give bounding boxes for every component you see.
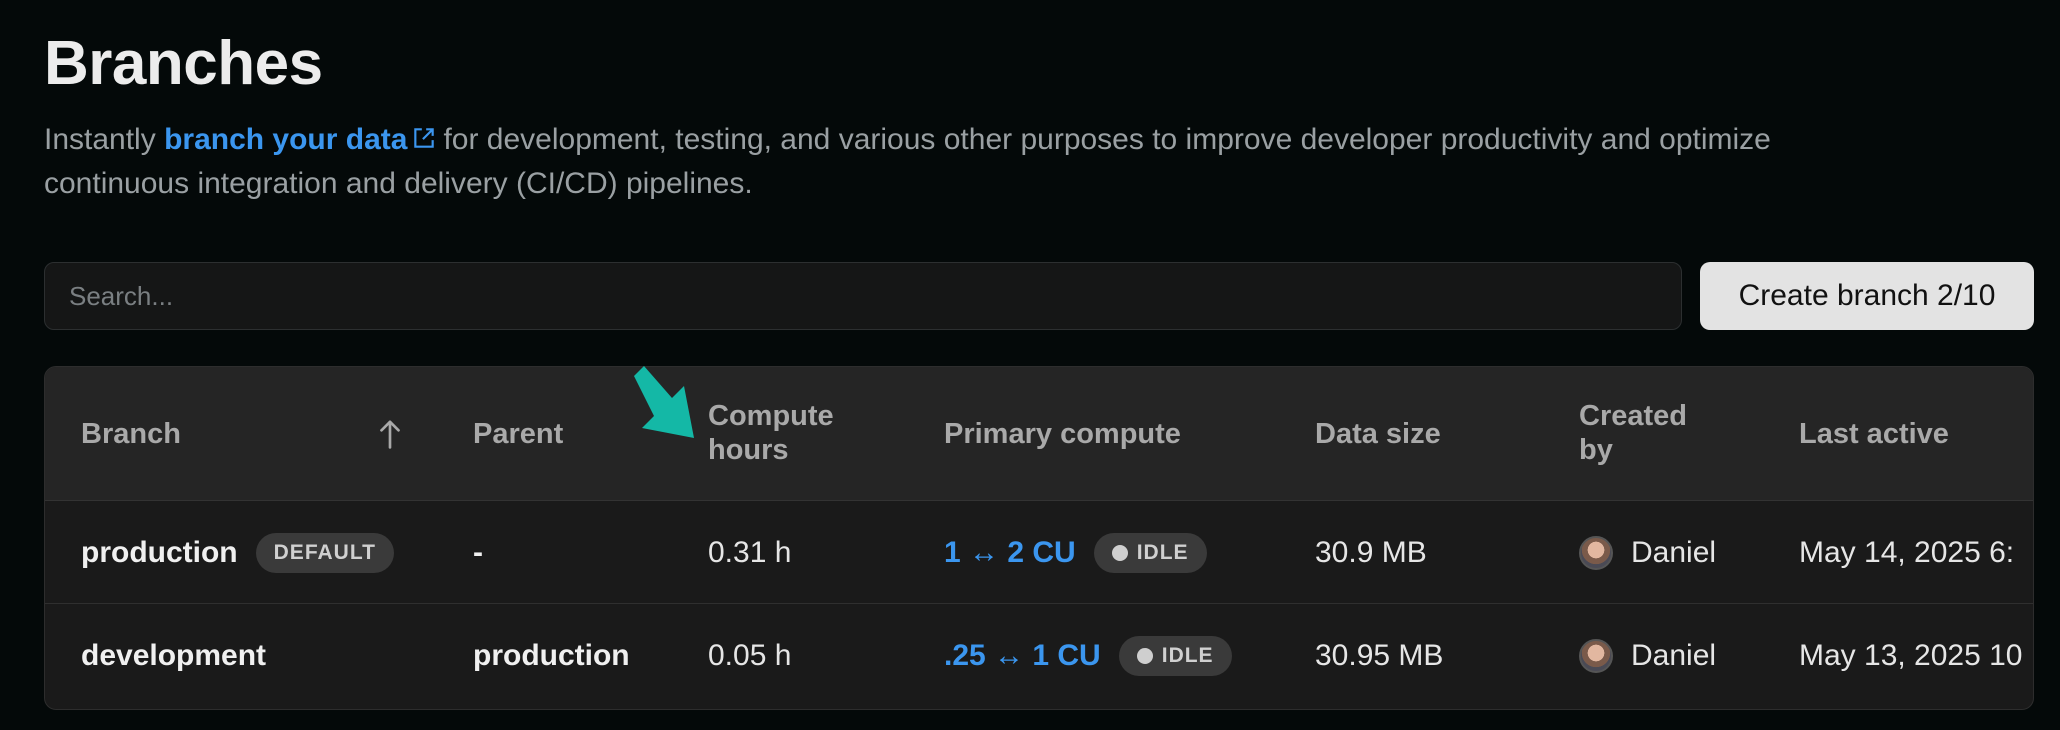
data-size-cell: 30.95 MB	[1315, 638, 1444, 672]
column-header-compute-hours[interactable]: Compute hours	[708, 399, 834, 467]
branches-page: Branches Instantly branch your data for d…	[0, 0, 2060, 730]
compute-size-link[interactable]: 1 ↔ 2 CU	[944, 536, 1076, 570]
search-input[interactable]	[44, 262, 1682, 330]
status-badge: IDLE	[1118, 635, 1232, 676]
avatar	[1579, 638, 1613, 673]
external-link-icon	[414, 128, 435, 148]
branch-your-data-link-label: branch your data	[164, 123, 408, 156]
branch-your-data-link[interactable]: branch your data	[164, 123, 443, 156]
branch-cell: development	[81, 604, 266, 707]
table-row[interactable]: production DEFAULT - 0.31 h 1 ↔ 2 CU IDL…	[45, 501, 2033, 604]
primary-compute-cell: 1 ↔ 2 CU IDLE	[944, 501, 1207, 604]
data-size-cell: 30.9 MB	[1315, 535, 1427, 569]
page-title: Branches	[44, 29, 323, 98]
status-badge: IDLE	[1093, 532, 1207, 573]
status-label: IDLE	[1161, 643, 1214, 667]
status-label: IDLE	[1136, 540, 1189, 564]
column-header-last-active[interactable]: Last active	[1799, 417, 1949, 451]
created-by-cell: Daniel	[1579, 604, 1716, 707]
idle-dot-icon	[1111, 544, 1128, 561]
created-by-name: Daniel	[1631, 535, 1717, 569]
column-header-compute-hours-line1: Compute	[708, 400, 834, 432]
description-text-start: Instantly	[44, 123, 165, 156]
parent-cell: -	[473, 535, 483, 569]
table-header: Branch Parent Compute hours Primary comp…	[45, 367, 2033, 501]
page-description: Instantly branch your data for developmen…	[44, 118, 1804, 206]
column-header-created-by-line2: by	[1579, 434, 1613, 466]
idle-dot-icon	[1136, 647, 1153, 664]
default-badge: DEFAULT	[255, 532, 394, 573]
branch-name-link[interactable]: development	[81, 639, 266, 673]
column-header-data-size[interactable]: Data size	[1315, 417, 1441, 451]
created-by-name: Daniel	[1631, 638, 1717, 672]
table-row[interactable]: development production 0.05 h .25 ↔ 1 CU…	[45, 604, 2033, 707]
compute-hours-cell: 0.05 h	[708, 638, 792, 672]
column-header-created-by-line1: Created	[1579, 400, 1687, 432]
branch-cell: production DEFAULT	[81, 501, 394, 604]
compute-hours-cell: 0.31 h	[708, 535, 792, 569]
sort-ascending-icon[interactable]	[375, 417, 405, 451]
parent-cell[interactable]: production	[473, 604, 630, 707]
compute-size-link[interactable]: .25 ↔ 1 CU	[944, 639, 1101, 673]
last-active-cell: May 13, 2025 10	[1799, 638, 2023, 672]
last-active-cell: May 14, 2025 6:	[1799, 535, 2015, 569]
branch-name-link[interactable]: production	[81, 536, 238, 570]
created-by-cell: Daniel	[1579, 501, 1716, 604]
column-header-branch[interactable]: Branch	[81, 417, 181, 451]
column-header-created-by[interactable]: Created by	[1579, 399, 1687, 467]
column-header-primary-compute[interactable]: Primary compute	[944, 417, 1181, 451]
column-header-compute-hours-line2: hours	[708, 434, 789, 466]
branches-table: Branch Parent Compute hours Primary comp…	[44, 366, 2034, 710]
annotation-arrow-icon	[634, 366, 694, 438]
column-header-parent[interactable]: Parent	[473, 417, 563, 451]
create-branch-button[interactable]: Create branch 2/10	[1700, 262, 2034, 330]
avatar	[1579, 535, 1613, 570]
primary-compute-cell: .25 ↔ 1 CU IDLE	[944, 604, 1232, 707]
